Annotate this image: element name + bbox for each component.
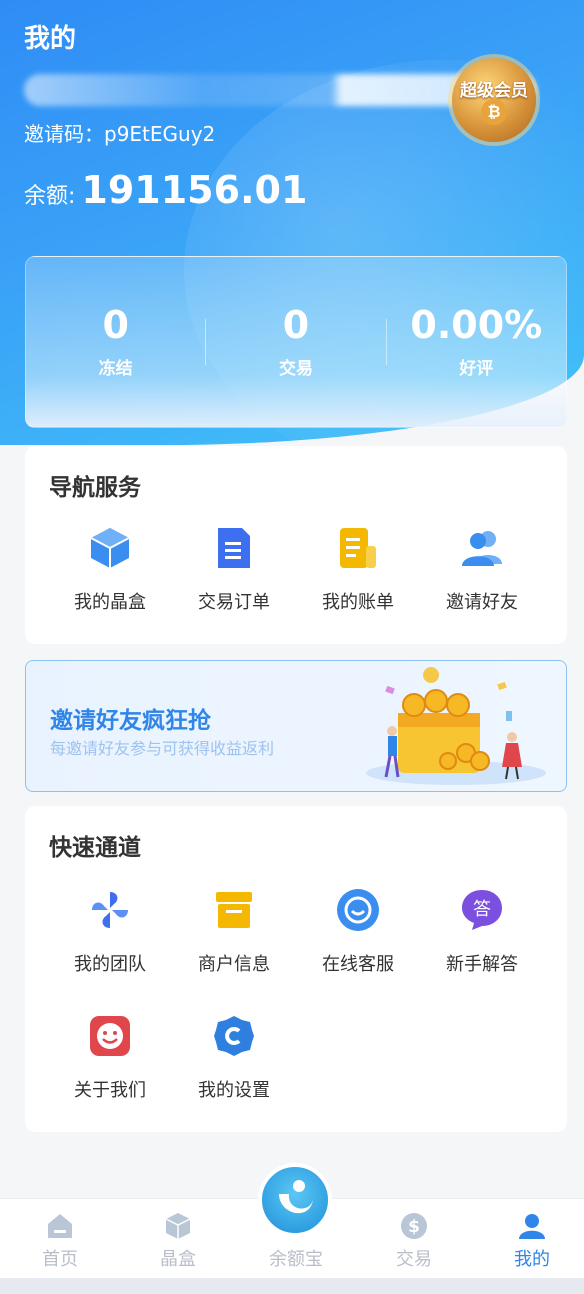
nav-item-label: 我的账单 — [322, 592, 394, 613]
bill-icon — [336, 526, 380, 570]
quick-item-label: 关于我们 — [74, 1080, 146, 1101]
invite-code[interactable]: 邀请码：p9EtEGuy2 — [24, 118, 215, 147]
tab-label: 交易 — [396, 1249, 432, 1270]
quick-item-label: 我的团队 — [74, 954, 146, 975]
yuebao-icon[interactable] — [258, 1163, 332, 1237]
stats-card: 0 冻结 0 交易 0.00% 好评 — [25, 256, 567, 428]
tab-trade[interactable]: $ 交易 — [356, 1211, 472, 1271]
nav-item-label: 邀请好友 — [446, 592, 518, 613]
profile-page: 我的 邀请码：p9EtEGuy2 超级会员 ₿ 余额: 191156.01 0 … — [0, 0, 584, 1294]
tab-box[interactable]: 晶盒 — [120, 1211, 236, 1271]
vip-badge[interactable]: 超级会员 ₿ — [452, 58, 536, 142]
stat-trades[interactable]: 0 交易 — [206, 306, 385, 379]
stat-label: 交易 — [278, 358, 313, 379]
settings-icon — [212, 1014, 256, 1058]
balance-label: 余额: — [24, 184, 76, 209]
nav-item-my-box[interactable]: 我的晶盒 — [48, 526, 172, 614]
quick-item-settings[interactable]: 我的设置 — [172, 1014, 296, 1102]
invite-promo-banner[interactable]: 邀请好友疯狂抢 每邀请好友参与可获得收益返利 — [25, 660, 567, 792]
tab-label: 晶盒 — [160, 1249, 196, 1270]
bottom-nav: 首页 晶盒 余额宝 $ 交易 我的 — [0, 1163, 584, 1278]
cube-icon — [163, 1211, 193, 1241]
vip-badge-label: 超级会员 — [460, 80, 528, 101]
nav-item-invite[interactable]: 邀请好友 — [420, 526, 544, 614]
team-icon — [88, 888, 132, 932]
answer-icon: 答 — [460, 888, 504, 932]
quick-item-merchant[interactable]: 商户信息 — [172, 888, 296, 976]
document-icon — [212, 526, 256, 570]
tab-profile[interactable]: 我的 — [474, 1211, 584, 1271]
tab-home[interactable]: 首页 — [2, 1211, 118, 1271]
nav-services-card: 导航服务 我的晶盒 交易订单 我的账单 邀请好友 — [25, 446, 567, 644]
quick-item-label: 商户信息 — [198, 954, 270, 975]
stat-value: 0.00% — [410, 302, 543, 347]
smile-icon — [88, 1014, 132, 1058]
quick-item-label: 在线客服 — [322, 954, 394, 975]
nav-item-orders[interactable]: 交易订单 — [172, 526, 296, 614]
svg-text:答: 答 — [473, 899, 491, 920]
stat-label: 好评 — [459, 358, 494, 379]
section-title: 导航服务 — [49, 475, 141, 501]
stat-label: 冻结 — [98, 358, 133, 379]
balance: 余额: 191156.01 — [24, 168, 307, 212]
home-icon — [45, 1211, 75, 1241]
tab-label: 首页 — [42, 1249, 78, 1270]
nav-item-bills[interactable]: 我的账单 — [296, 526, 420, 614]
stat-frozen[interactable]: 0 冻结 — [26, 306, 205, 379]
svg-text:$: $ — [408, 1217, 420, 1237]
promo-title: 邀请好友疯狂抢 — [50, 708, 211, 734]
tab-label: 我的 — [514, 1249, 550, 1270]
balance-value: 191156.01 — [81, 168, 308, 212]
nav-item-label: 我的晶盒 — [74, 592, 146, 613]
users-icon — [460, 526, 504, 570]
treasure-illustration — [366, 667, 546, 785]
system-bar — [0, 1278, 584, 1294]
shop-icon — [212, 888, 256, 932]
quick-item-label: 新手解答 — [446, 954, 518, 975]
bitcoin-icon: ₿ — [481, 98, 507, 125]
cube-icon — [88, 526, 132, 570]
stat-value: 0 — [102, 302, 129, 347]
page-title: 我的 — [24, 24, 77, 54]
profile-icon — [517, 1211, 547, 1241]
stat-rating[interactable]: 0.00% 好评 — [387, 306, 566, 379]
quick-item-team[interactable]: 我的团队 — [48, 888, 172, 976]
dollar-icon: $ — [399, 1211, 429, 1241]
nav-item-label: 交易订单 — [198, 592, 270, 613]
quick-item-faq[interactable]: 答 新手解答 — [420, 888, 544, 976]
quick-item-label: 我的设置 — [198, 1080, 270, 1101]
quick-item-about[interactable]: 关于我们 — [48, 1014, 172, 1102]
tab-label: 余额宝 — [269, 1249, 323, 1270]
promo-subtitle: 每邀请好友参与可获得收益返利 — [50, 739, 275, 758]
section-title: 快速通道 — [49, 835, 141, 861]
stat-value: 0 — [282, 302, 310, 347]
chat-icon — [336, 888, 380, 932]
quick-item-support[interactable]: 在线客服 — [296, 888, 420, 976]
quick-access-card: 快速通道 我的团队 商户信息 在线客服 答 新手解答 关于我们 我的设置 — [25, 806, 567, 1132]
